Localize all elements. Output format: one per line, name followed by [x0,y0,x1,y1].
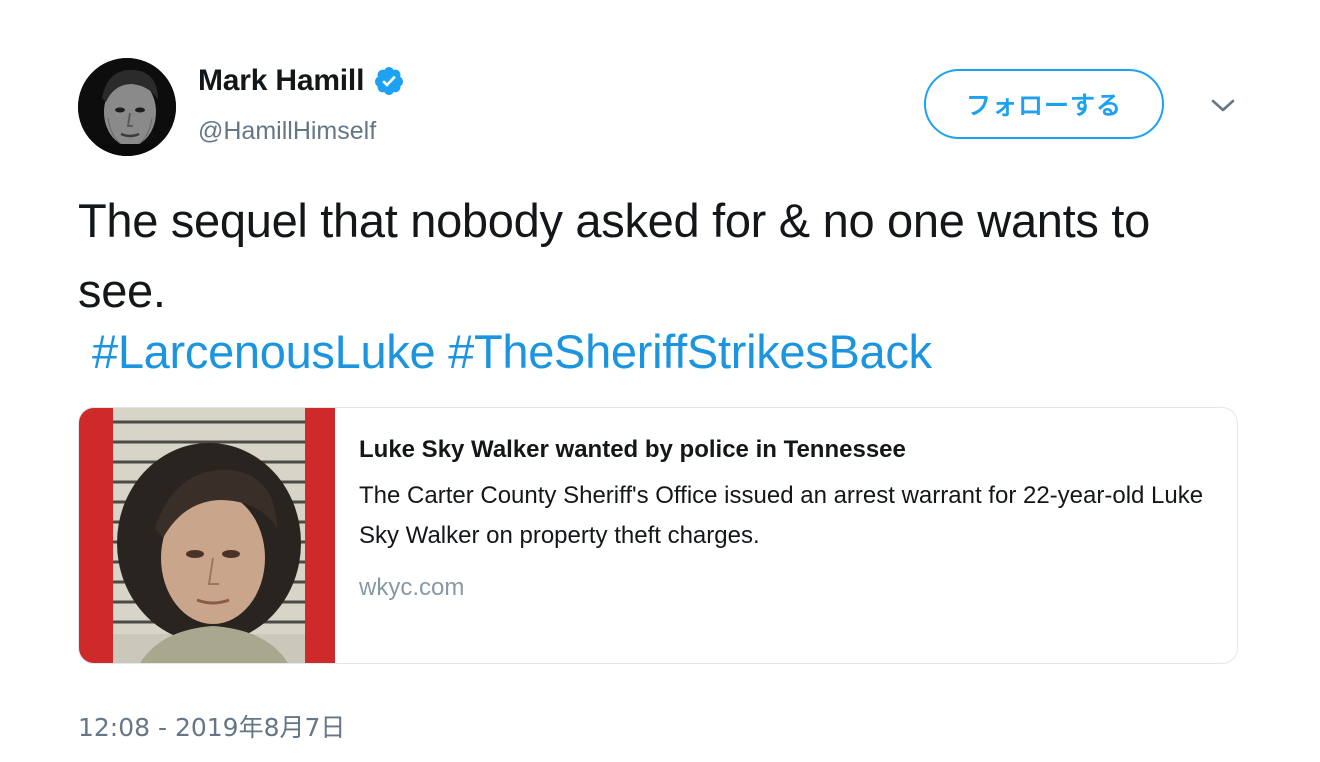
card-title[interactable]: Luke Sky Walker wanted by police in Tenn… [359,432,1219,468]
user-handle[interactable]: @HamillHimself [198,117,376,146]
tweet-text: The sequel that nobody asked for & no on… [78,194,1150,317]
tweet-timestamp[interactable]: 12:08 - 2019年8月7日 [78,708,345,744]
chevron-down-icon[interactable] [1208,92,1238,118]
avatar[interactable] [78,58,176,156]
link-preview-card[interactable]: Luke Sky Walker wanted by police in Tenn… [78,407,1238,664]
card-body: Luke Sky Walker wanted by police in Tenn… [359,432,1219,602]
hashtag-larcenousluke[interactable]: #LarcenousLuke [92,325,436,378]
verified-badge-icon [373,65,405,97]
card-domain: wkyc.com [359,574,465,601]
card-description: The Carter County Sheriff's Office issue… [359,482,1204,549]
hashtag-thesheriffstrikesback[interactable]: #TheSheriffStrikesBack [448,325,932,378]
display-name[interactable]: Mark Hamill [198,64,364,98]
card-thumbnail [79,408,335,663]
follow-button[interactable]: フォローする [924,69,1164,139]
hashtag-row: #LarcenousLuke #TheSheriffStrikesBack [92,320,932,384]
user-name-row: Mark Hamill [198,64,405,98]
